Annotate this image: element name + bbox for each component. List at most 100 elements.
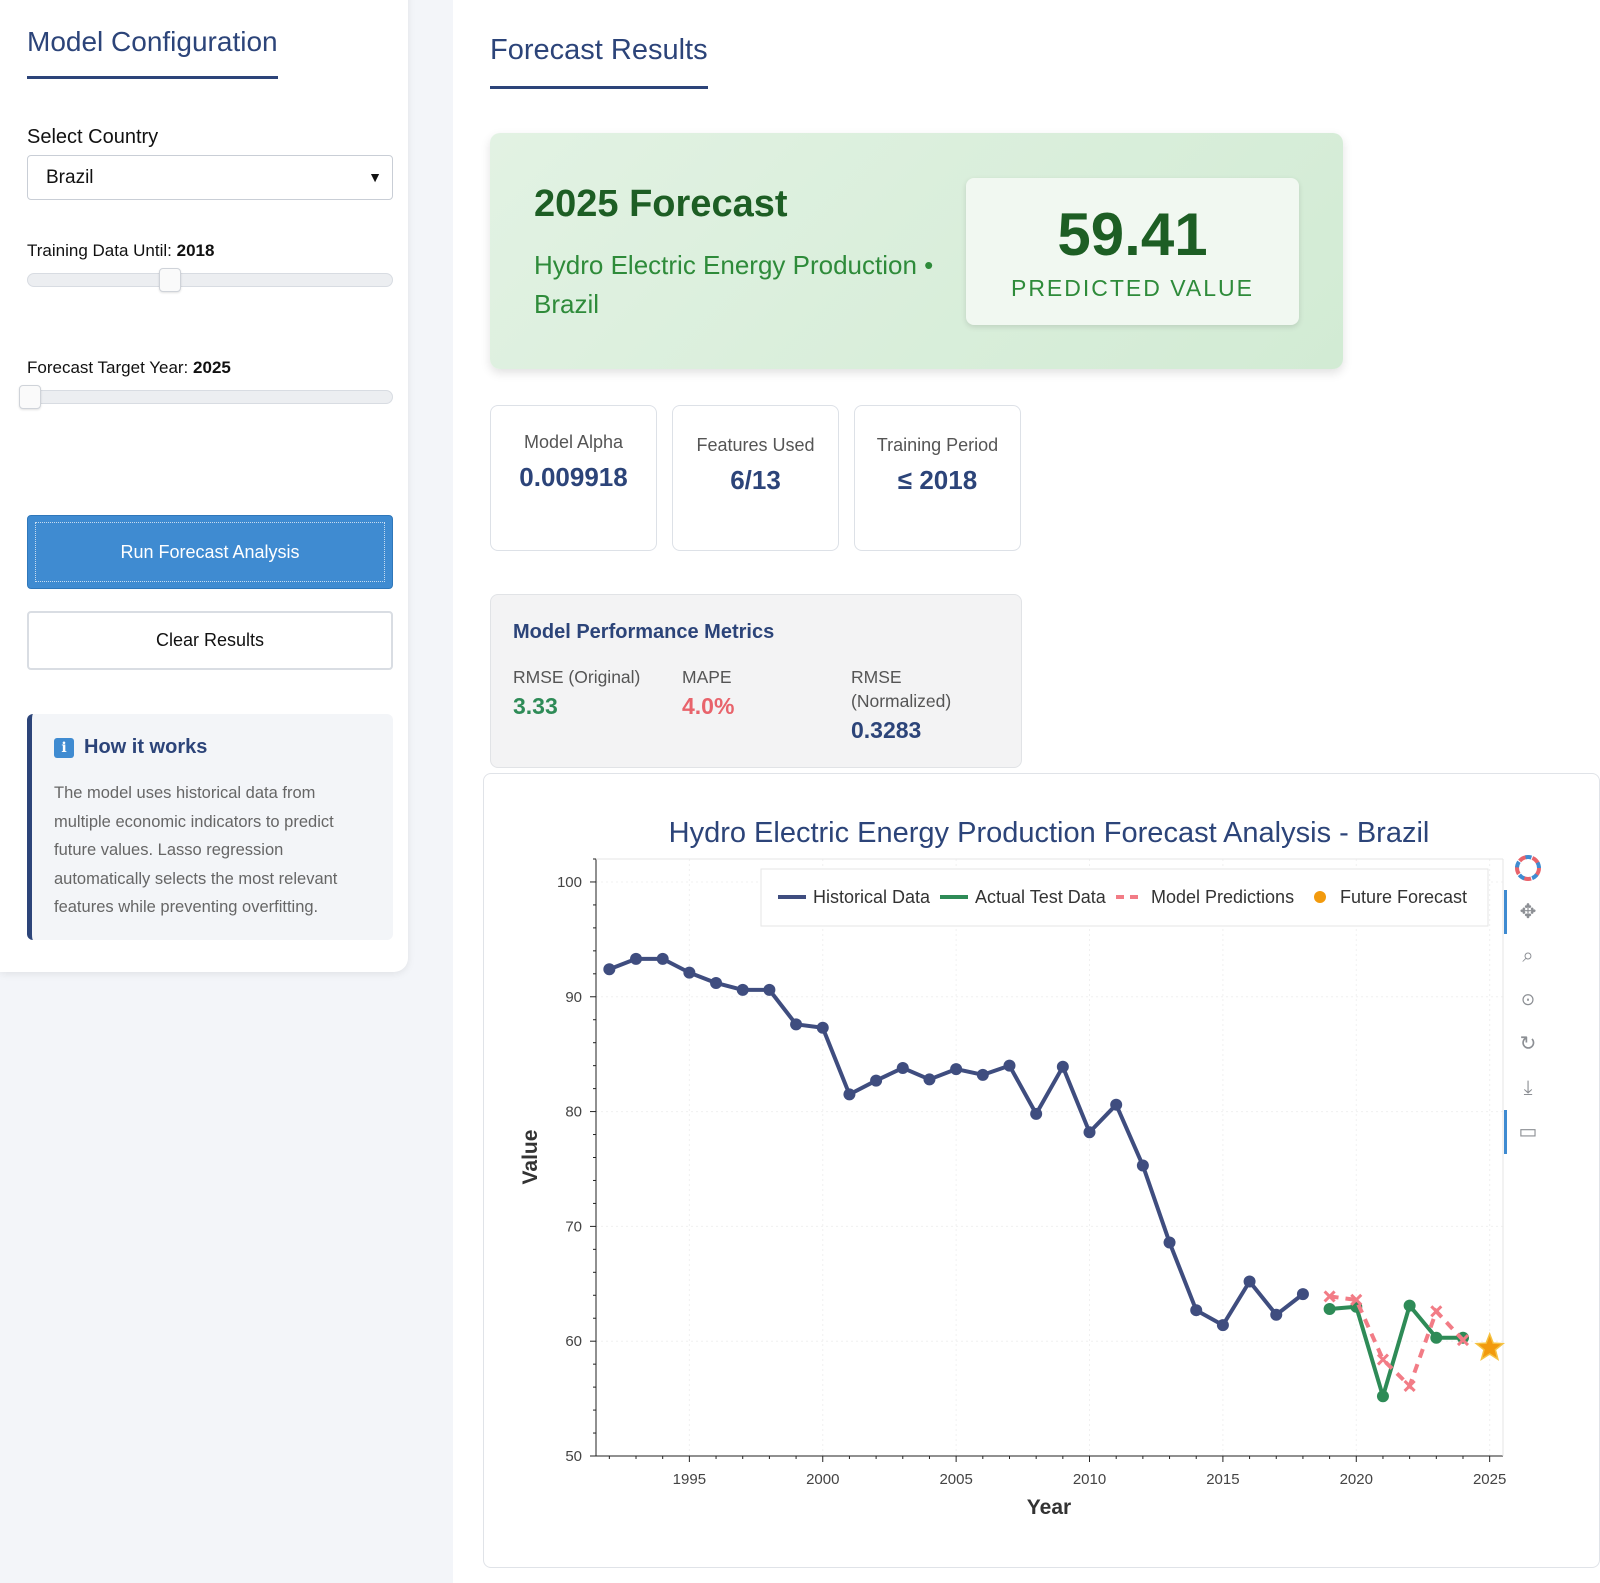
- page-title: Forecast Results: [490, 34, 708, 89]
- data-point: [1376, 1353, 1390, 1366]
- data-point: [1056, 1060, 1069, 1073]
- metric-mape: MAPE 4.0%: [682, 665, 832, 720]
- training-slider-label: Training Data Until: 2018: [27, 241, 214, 261]
- metric-value: 4.0%: [682, 693, 735, 719]
- country-label: Select Country: [27, 126, 159, 148]
- sidebar: Model Configuration Select Country Brazi…: [0, 0, 408, 972]
- stat-card-features: Features Used 6/13: [672, 405, 839, 551]
- data-point: [950, 1063, 963, 1076]
- data-point: [683, 966, 696, 979]
- forecast-title: 2025 Forecast: [534, 183, 788, 225]
- data-point: [1216, 1319, 1229, 1332]
- metric-value: 3.33: [513, 693, 558, 719]
- x-tick-label: 1995: [673, 1471, 706, 1488]
- how-it-works-text: The model uses historical data from mult…: [54, 784, 338, 916]
- x-tick-label: 2015: [1206, 1471, 1239, 1488]
- hover-tool-icon[interactable]: ▭: [1514, 1118, 1542, 1146]
- legend-label: Actual Test Data: [975, 887, 1107, 907]
- x-axis-label: Year: [1027, 1496, 1071, 1519]
- data-point: [816, 1021, 829, 1034]
- country-select[interactable]: Brazil ▼: [27, 155, 393, 200]
- metric-value: 0.3283: [851, 717, 922, 743]
- box-zoom-icon[interactable]: ⌕: [1514, 942, 1542, 970]
- data-point: [1403, 1299, 1416, 1312]
- data-point: [843, 1088, 856, 1101]
- y-axis-label: Value: [519, 1130, 542, 1185]
- data-point: [1430, 1331, 1443, 1344]
- training-label-text: Training Data Until:: [27, 241, 172, 260]
- x-tick-label: 2010: [1073, 1471, 1106, 1488]
- clear-results-button[interactable]: Clear Results: [27, 611, 393, 670]
- data-point: [870, 1074, 883, 1087]
- active-tool-indicator: [1504, 1110, 1507, 1154]
- data-point: [1136, 1159, 1149, 1172]
- predicted-value: 59.41: [1057, 201, 1208, 268]
- y-tick-label: 50: [565, 1448, 582, 1465]
- forecast-chart: 50 60 70 80 90 100 1995 2000 2005 2010 2015 2020 202…: [483, 773, 1600, 1568]
- data-point: [923, 1073, 936, 1086]
- reset-icon[interactable]: ↻: [1514, 1030, 1542, 1058]
- stat-card-training: Training Period ≤ 2018: [854, 405, 1021, 551]
- data-point: [1110, 1098, 1123, 1111]
- wheel-zoom-icon[interactable]: ⊙: [1514, 986, 1542, 1014]
- bokeh-logo-icon[interactable]: [1514, 854, 1542, 882]
- stat-value: 6/13: [730, 465, 781, 495]
- data-point: [736, 983, 749, 996]
- training-slider-handle[interactable]: [158, 268, 181, 292]
- data-point: [1296, 1288, 1309, 1301]
- x-tick-label: 2020: [1340, 1471, 1373, 1488]
- x-tick-label: 2025: [1473, 1471, 1506, 1488]
- data-point: [710, 976, 723, 989]
- metric-label: RMSE (Normalized): [851, 667, 952, 711]
- save-icon[interactable]: ⤓: [1514, 1074, 1542, 1102]
- data-point: [1083, 1126, 1096, 1139]
- predicted-value-box: 59.41 PREDICTED VALUE: [966, 178, 1299, 325]
- data-point: [976, 1068, 989, 1081]
- run-forecast-button[interactable]: Run Forecast Analysis: [27, 515, 393, 589]
- training-slider[interactable]: [27, 268, 393, 292]
- chevron-down-icon: ▼: [368, 169, 382, 185]
- stat-card-alpha: Model Alpha 0.009918: [490, 405, 657, 551]
- legend-label: Model Predictions: [1151, 887, 1294, 907]
- how-it-works-title: How it works: [84, 736, 208, 758]
- y-tick-label: 70: [565, 1218, 582, 1235]
- forecast-subtitle: Hydro Electric Energy Production • Brazi…: [534, 250, 934, 319]
- series-line: [1329, 1303, 1463, 1399]
- y-tick-label: 90: [565, 989, 582, 1006]
- data-point: [1163, 1236, 1176, 1249]
- data-point: [1376, 1390, 1389, 1403]
- performance-metrics-panel: Model Performance Metrics RMSE (Original…: [490, 594, 1022, 768]
- y-tick-label: 100: [557, 874, 582, 891]
- legend-label: Historical Data: [813, 887, 931, 907]
- data-point: [1243, 1275, 1256, 1288]
- chart-svg: 50 60 70 80 90 100 1995 2000 2005 2010 2015 2020 202…: [519, 817, 1506, 1519]
- stat-label: Features Used: [696, 435, 815, 455]
- metric-rmse-normalized: RMSE (Normalized) 0.3283: [851, 665, 971, 744]
- data-point: [656, 952, 669, 965]
- data-point: [790, 1018, 803, 1031]
- target-slider-handle[interactable]: [19, 385, 41, 409]
- predicted-value-label: PREDICTED VALUE: [1010, 275, 1254, 301]
- x-tick-label: 2000: [806, 1471, 839, 1488]
- x-tick-label: 2005: [939, 1471, 972, 1488]
- target-slider-label: Forecast Target Year: 2025: [27, 358, 231, 378]
- country-select-value: Brazil: [46, 167, 94, 188]
- target-slider[interactable]: [19, 385, 393, 409]
- data-point: [1190, 1304, 1203, 1317]
- target-value: 2025: [193, 358, 231, 377]
- stat-value: 0.009918: [519, 462, 628, 492]
- data-point: [1003, 1059, 1016, 1072]
- stat-label: Model Alpha: [523, 432, 624, 452]
- y-tick-label: 60: [565, 1333, 582, 1350]
- legend-swatch: [1314, 891, 1326, 903]
- stat-label: Training Period: [876, 435, 999, 455]
- forecast-card: 2025 Forecast Hydro Electric Energy Prod…: [490, 133, 1343, 369]
- target-label-text: Forecast Target Year:: [27, 358, 189, 377]
- data-point: [1430, 1305, 1443, 1318]
- data-point: [630, 952, 643, 965]
- data-point: [603, 963, 616, 976]
- data-point: [1323, 1303, 1336, 1316]
- metric-label: RMSE (Original): [513, 667, 641, 687]
- data-point: [896, 1061, 909, 1074]
- pan-tool-icon[interactable]: ✥: [1514, 898, 1542, 926]
